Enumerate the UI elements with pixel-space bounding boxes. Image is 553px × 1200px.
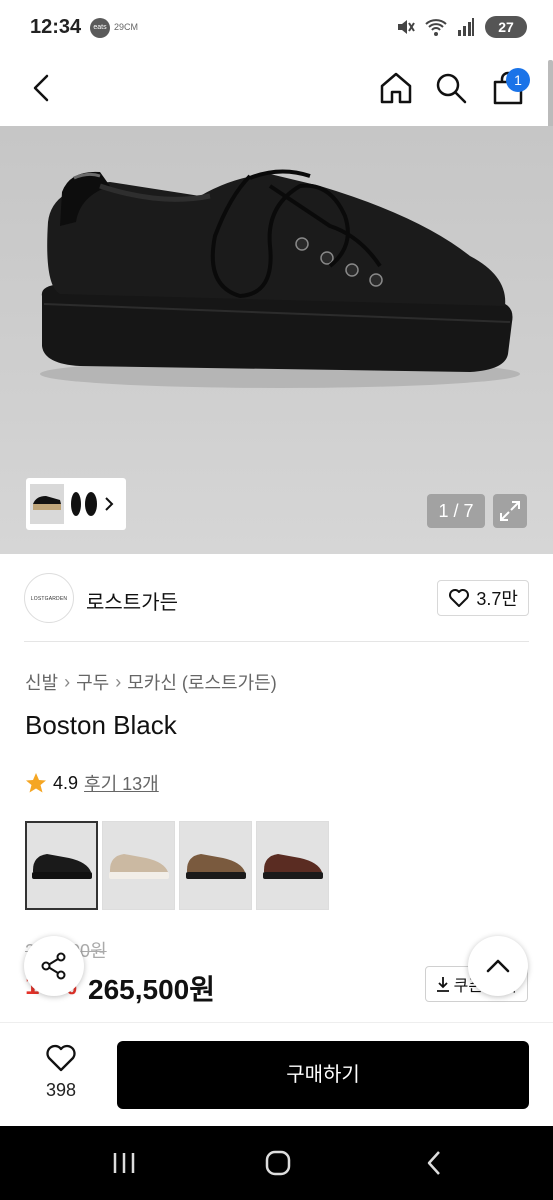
search-button[interactable]: [429, 66, 473, 110]
share-icon: [41, 952, 66, 980]
eats-app-icon: eats: [90, 18, 110, 38]
product-image-gallery[interactable]: 1 / 7: [0, 126, 553, 554]
product-title: Boston Black: [25, 710, 177, 740]
status-time: 12:34: [30, 16, 82, 38]
expand-icon: [500, 501, 520, 521]
chevron-left-icon: [33, 74, 49, 102]
rating-value: 4.9: [53, 772, 79, 793]
search-icon: [436, 73, 467, 104]
shoe-thumbnail: [108, 853, 169, 879]
cart-count-badge: 1: [506, 68, 530, 92]
product-image: [40, 169, 520, 388]
breadcrumb-item[interactable]: 모카신 (로스트가든): [127, 669, 276, 695]
color-swatch-beige[interactable]: [102, 821, 175, 910]
brand-logo[interactable]: LOSTGARDEN: [24, 573, 74, 623]
color-swatches: [25, 821, 329, 910]
home-nav-button[interactable]: [258, 1148, 298, 1178]
sale-price: 265,500원: [88, 974, 215, 1005]
shoe-thumbnail: [262, 853, 323, 879]
thumbnail-shoe: [33, 496, 61, 510]
shoe-thumbnail: [185, 853, 246, 879]
expand-image-button[interactable]: [493, 494, 527, 528]
status-app-label: 29CM: [114, 22, 139, 32]
rating-row: 4.9 후기 13개: [25, 770, 159, 796]
brand-name[interactable]: 로스트가든: [86, 586, 178, 615]
wishlist-count: 398: [45, 1080, 77, 1100]
breadcrumb: 신발 › 구두 › 모카신 (로스트가든): [25, 669, 277, 695]
top-header: 1: [0, 56, 553, 126]
shoe-thumbnail: [31, 853, 92, 879]
color-swatch-brown[interactable]: [179, 821, 252, 910]
home-circle-icon: [265, 1150, 291, 1176]
chevron-right-icon: [105, 497, 114, 511]
scrollbar[interactable]: [548, 60, 553, 130]
thumbnail-image[interactable]: [66, 484, 100, 524]
color-swatch-burgundy[interactable]: [256, 821, 329, 910]
thumbnail-image[interactable]: [30, 484, 64, 524]
status-icons: 27: [395, 16, 527, 38]
buy-button[interactable]: 구매하기: [117, 1041, 529, 1109]
signal-icon: [458, 18, 474, 36]
breadcrumb-item[interactable]: 구두: [76, 669, 109, 695]
star-icon: [26, 773, 46, 793]
back-nav-button[interactable]: [414, 1148, 454, 1178]
home-icon: [380, 72, 412, 104]
status-bar: 12:34 eats 29CM 27: [0, 0, 553, 56]
chevron-right-icon: ›: [64, 671, 71, 692]
download-icon: [436, 977, 449, 992]
heart-icon: [449, 589, 470, 607]
wishlist-button[interactable]: 398: [38, 1043, 84, 1101]
brand-row[interactable]: LOSTGARDEN 로스트가든 3.7만: [24, 554, 529, 642]
breadcrumb-item[interactable]: 신발: [25, 669, 58, 695]
battery-indicator: 27: [485, 16, 527, 38]
review-count-link[interactable]: 후기 13개: [84, 770, 159, 796]
brand-like-button[interactable]: 3.7만: [437, 580, 529, 616]
wifi-icon: [425, 19, 447, 36]
home-button[interactable]: [374, 66, 418, 110]
brand-like-count: 3.7만: [476, 589, 518, 609]
cart-button[interactable]: 1: [486, 66, 530, 110]
heart-icon: [46, 1044, 76, 1072]
thumbnail-strip[interactable]: [26, 478, 126, 530]
back-arrow-icon: [427, 1151, 440, 1175]
recent-apps-icon: [113, 1153, 135, 1173]
mute-icon: [398, 20, 415, 34]
chevron-up-icon: [486, 959, 510, 973]
image-page-counter: 1 / 7: [427, 494, 485, 528]
share-button[interactable]: [24, 936, 84, 996]
back-button[interactable]: [20, 66, 64, 110]
chevron-right-icon: ›: [115, 671, 122, 692]
recent-apps-button[interactable]: [104, 1148, 144, 1178]
thumbnail-shoe: [71, 492, 97, 516]
bottom-action-bar: 398 구매하기: [0, 1022, 553, 1126]
scroll-to-top-button[interactable]: [468, 936, 528, 996]
color-swatch-black[interactable]: [25, 821, 98, 910]
system-navigation-bar: [0, 1126, 553, 1200]
